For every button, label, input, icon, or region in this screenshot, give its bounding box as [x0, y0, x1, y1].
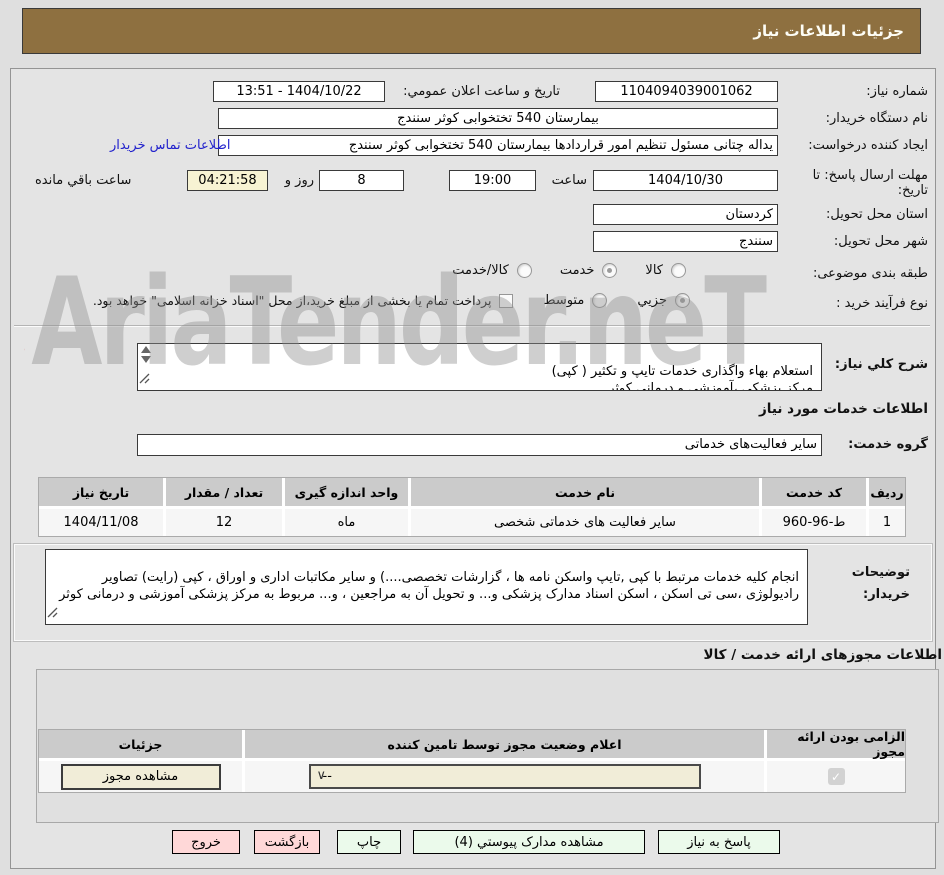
request-creator-label: ایجاد کننده درخواست:	[808, 138, 928, 153]
need-description-text: استعلام بهاء واگذاری خدمات تایپ و تکثیر …	[551, 364, 813, 391]
announce-datetime-field: 1404/10/22 - 13:51	[213, 81, 385, 102]
radio-service-label: خدمت	[559, 263, 595, 278]
cell-license-required: ✓	[767, 761, 905, 792]
service-group-label: گروه خدمت:	[848, 437, 928, 452]
cell-details: مشاهده مجوز	[39, 761, 242, 792]
col-header-service-name: نام خدمت	[411, 478, 759, 506]
back-button[interactable]: بازگشت	[254, 830, 320, 854]
view-attachments-button[interactable]: مشاهده مدارک پیوستي (4)	[413, 830, 645, 854]
service-table: ردیف کد خدمت نام خدمت واحد اندازه گیری ت…	[38, 477, 906, 537]
buyer-contact-link[interactable]: اطلاعات تماس خریدار	[110, 138, 230, 153]
need-description-label: شرح کلي نیاز:	[834, 357, 928, 372]
required-checkbox-checked[interactable]: ✓	[827, 768, 845, 785]
treasury-note: پرداخت تمام یا بخشی از مبلغ خرید،از محل …	[92, 293, 492, 308]
city-label: شهر محل تحویل:	[833, 234, 928, 249]
col-header-license-status: اعلام وضعیت مجوز توسط تامین کننده	[245, 730, 764, 758]
col-header-details: جزئیات	[39, 730, 242, 758]
cell-index: 1	[869, 509, 905, 536]
deadline-date-field: 1404/10/30	[593, 170, 778, 191]
need-details-page: جزئیات اطلاعات نیاز شماره نیاز: 11040940…	[0, 0, 944, 875]
notes-resize-handle-icon[interactable]	[47, 589, 58, 623]
deadline-remaining-field: 04:21:58	[187, 170, 268, 191]
province-label: استان محل تحویل:	[826, 207, 928, 222]
buyer-notes-text: انجام کلیه خدمات مرتبط با کپی ,تایپ واسک…	[59, 570, 799, 602]
view-license-button[interactable]: مشاهده مجوز	[60, 763, 221, 790]
cell-unit: ماه	[285, 509, 408, 536]
radio-medium[interactable]	[592, 293, 608, 308]
radio-goods-service-label: کالا/خدمت	[452, 263, 509, 278]
chevron-down-icon: ∨	[316, 768, 327, 783]
cell-license-status: -- ∨	[245, 761, 764, 792]
col-header-unit: واحد اندازه گیری	[285, 478, 408, 506]
resize-handle-icon[interactable]	[139, 355, 150, 389]
col-header-index: ردیف	[869, 478, 905, 506]
buyer-org-field: بیمارستان 540 تختخوابی کوثر سنندج	[218, 108, 778, 129]
print-button[interactable]: چاپ	[337, 830, 401, 854]
subject-class-label: طبقه بندی موضوعی:	[812, 266, 928, 281]
radio-minor-label: جزیي	[637, 293, 667, 308]
need-description-textarea[interactable]: استعلام بهاء واگذاری خدمات تایپ و تکثیر …	[137, 343, 822, 391]
buyer-org-label: نام دستگاه خریدار:	[825, 111, 928, 126]
deadline-label: مهلت ارسال پاسخ: تا تاریخ:	[812, 168, 928, 198]
licenses-info-header: اطلاعات مجوزهای ارائه خدمت / کالا	[703, 647, 942, 663]
page-title: جزئیات اطلاعات نیاز	[22, 8, 921, 54]
service-group-field: سایر فعالیت‌های خدماتی	[137, 434, 822, 456]
radio-minor[interactable]	[675, 293, 690, 308]
buyer-notes-label: توضیحات خریدار:	[851, 565, 910, 602]
radio-goods[interactable]	[671, 263, 686, 278]
radio-goods-service[interactable]	[516, 263, 532, 278]
province-field: کردستان	[593, 204, 778, 225]
license-table: الزامی بودن ارائه مجوز اعلام وضعیت مجوز …	[38, 729, 906, 793]
cell-service-code: ط-96-960	[762, 509, 866, 536]
buyer-notes-textarea[interactable]: انجام کلیه خدمات مرتبط با کپی ,تایپ واسک…	[45, 549, 808, 625]
need-number-field: 1104094039001062	[595, 81, 778, 102]
process-type-group: جزیي متوسط پرداخت تمام یا بخشی از مبلغ خ…	[90, 293, 690, 308]
respond-button[interactable]: پاسخ به نیاز	[658, 830, 780, 854]
services-info-header: اطلاعات خدمات مورد نیاز	[758, 401, 928, 417]
col-header-quantity: تعداد / مقدار	[166, 478, 282, 506]
radio-medium-label: متوسط	[543, 293, 585, 308]
city-field: سنندج	[593, 231, 778, 252]
subject-class-radiogroup: کالا خدمت کالا/خدمت	[386, 263, 686, 278]
radio-service[interactable]	[602, 263, 618, 278]
section-divider	[14, 325, 930, 327]
cell-quantity: 12	[166, 509, 282, 536]
treasury-checkbox[interactable]	[499, 293, 514, 308]
deadline-days-label: روز و	[284, 173, 314, 188]
exit-button[interactable]: خروج	[172, 830, 240, 854]
license-status-dropdown[interactable]: -- ∨	[308, 764, 701, 789]
col-header-license-required: الزامی بودن ارائه مجوز	[767, 729, 905, 759]
deadline-remaining-label: ساعت باقي مانده	[35, 173, 132, 188]
need-number-label: شماره نیاز:	[866, 84, 928, 99]
cell-need-date: 1404/11/08	[39, 509, 163, 536]
col-header-service-code: کد خدمت	[762, 478, 866, 506]
col-header-need-date: تاریخ نیاز	[39, 478, 163, 506]
deadline-time-label: ساعت	[551, 173, 587, 188]
cell-service-name: سایر فعالیت های خدماتی شخصی	[411, 509, 759, 536]
deadline-time-field: 19:00	[449, 170, 536, 191]
request-creator-field: یداله چتانی مسئول تنظیم امور قراردادها ب…	[218, 135, 778, 156]
radio-goods-label: کالا	[645, 263, 663, 278]
deadline-days-field: 8	[319, 170, 404, 191]
process-type-label: نوع فرآیند خرید :	[836, 296, 928, 311]
announce-datetime-label: تاریخ و ساعت اعلان عمومي:	[403, 84, 560, 99]
